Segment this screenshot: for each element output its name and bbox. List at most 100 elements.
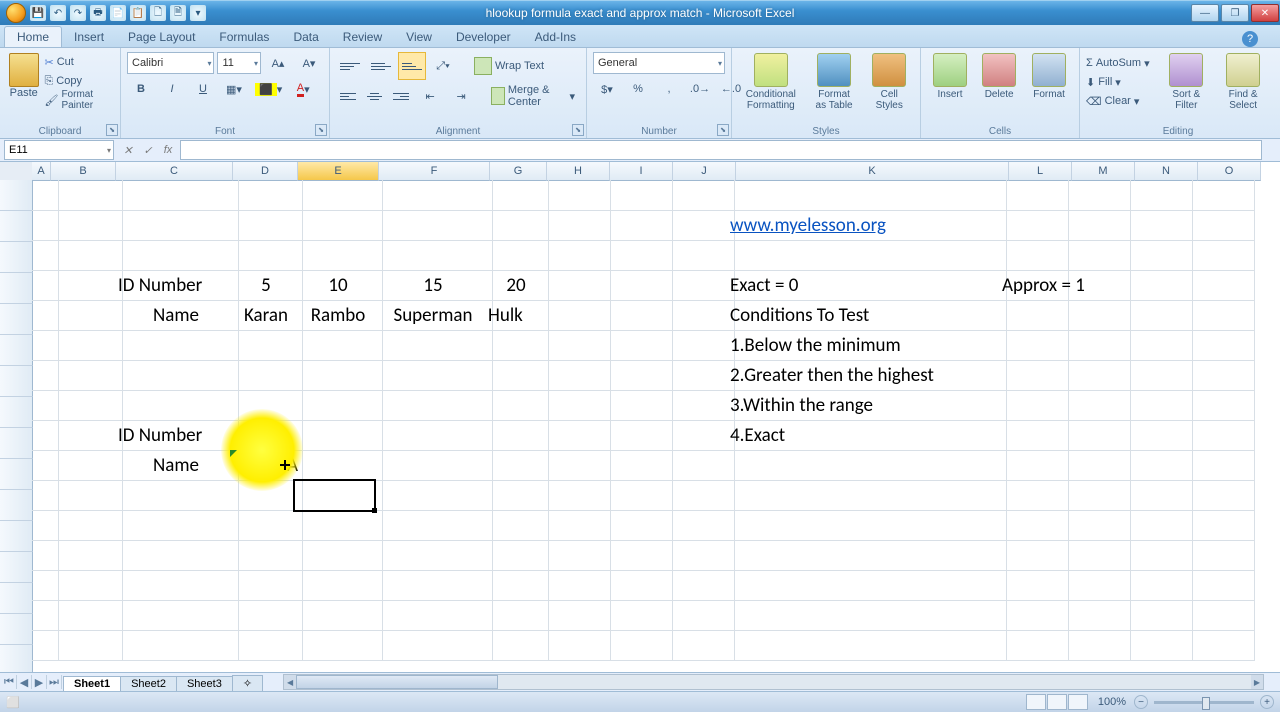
align-center-button[interactable] <box>363 82 387 110</box>
autosum-button[interactable]: ΣAutoSum▾ <box>1086 54 1156 72</box>
qat-btn-4[interactable]: 🖶 <box>90 5 106 21</box>
cell-N5[interactable] <box>1122 300 1193 331</box>
cell-M12[interactable] <box>1060 510 1131 541</box>
col-header-G[interactable]: G <box>490 162 547 181</box>
cell-F9[interactable] <box>374 420 493 451</box>
cell-K15[interactable] <box>726 600 1007 631</box>
zoom-out-button[interactable]: − <box>1134 695 1148 709</box>
col-header-C[interactable]: C <box>116 162 233 181</box>
cell-D10[interactable]: #N/A <box>230 450 303 481</box>
col-header-K[interactable]: K <box>736 162 1009 181</box>
cell-N7[interactable] <box>1122 360 1193 391</box>
cell-K4[interactable]: Exact = 0 <box>726 270 1007 301</box>
cell-E1[interactable] <box>294 180 383 211</box>
cell-D15[interactable] <box>230 600 303 631</box>
col-header-I[interactable]: I <box>610 162 673 181</box>
cell-K9[interactable]: 4.Exact <box>726 420 1007 451</box>
align-bottom-button[interactable] <box>398 52 426 80</box>
row-header-9[interactable] <box>0 428 33 459</box>
number-format-select[interactable]: General <box>593 52 725 74</box>
format-button[interactable]: Format <box>1025 50 1073 103</box>
row-header-8[interactable] <box>0 397 33 428</box>
cell-O5[interactable] <box>1184 300 1255 331</box>
cell-N1[interactable] <box>1122 180 1193 211</box>
cell-J10[interactable] <box>664 450 735 481</box>
spreadsheet-grid[interactable]: ABCDEFGHIJKLMNO www.myelesson.orgID Numb… <box>0 162 1280 672</box>
font-color-button[interactable]: A▾ <box>289 78 317 100</box>
cell-K14[interactable] <box>726 570 1007 601</box>
cell-H2[interactable] <box>540 210 611 241</box>
cell-B15[interactable] <box>50 600 123 631</box>
cell-M7[interactable] <box>1060 360 1131 391</box>
col-header-O[interactable]: O <box>1198 162 1261 181</box>
cell-L11[interactable] <box>998 480 1069 511</box>
page-break-view-button[interactable] <box>1068 694 1088 710</box>
cell-H12[interactable] <box>540 510 611 541</box>
enter-formula-icon[interactable]: ✓ <box>139 141 157 159</box>
cell-I6[interactable] <box>602 330 673 361</box>
cell-N16[interactable] <box>1122 630 1193 661</box>
cell-E14[interactable] <box>294 570 383 601</box>
zoom-level[interactable]: 100% <box>1098 696 1126 708</box>
cell-B4[interactable] <box>50 270 123 301</box>
cell-I14[interactable] <box>602 570 673 601</box>
fx-icon[interactable]: fx <box>159 141 177 159</box>
cell-K1[interactable] <box>726 180 1007 211</box>
cell-L7[interactable] <box>998 360 1069 391</box>
close-button[interactable]: ✕ <box>1251 4 1279 22</box>
cell-C5[interactable]: Name <box>114 300 239 331</box>
row-header-15[interactable] <box>0 614 33 645</box>
row-header-11[interactable] <box>0 490 33 521</box>
cell-G5[interactable]: Hulk <box>484 300 549 331</box>
font-launcher[interactable]: ⬊ <box>315 124 327 136</box>
row-header-2[interactable] <box>0 211 33 242</box>
cell-E3[interactable] <box>294 240 383 271</box>
cell-B8[interactable] <box>50 390 123 421</box>
cell-C6[interactable] <box>114 330 239 361</box>
cell-F15[interactable] <box>374 600 493 631</box>
cell-E10[interactable] <box>294 450 383 481</box>
cell-D4[interactable]: 5 <box>230 270 303 301</box>
merge-center-button[interactable]: Merge & Center▾ <box>486 84 580 108</box>
cell-O2[interactable] <box>1184 210 1255 241</box>
cell-L6[interactable] <box>998 330 1069 361</box>
cell-I12[interactable] <box>602 510 673 541</box>
delete-button[interactable]: Delete <box>976 50 1022 103</box>
increase-decimal-button[interactable]: .0→ <box>686 78 714 100</box>
font-name-select[interactable]: Calibri <box>127 52 214 74</box>
cell-E4[interactable]: 10 <box>294 270 383 301</box>
cell-N8[interactable] <box>1122 390 1193 421</box>
qat-btn-7[interactable]: 🗋 <box>150 5 166 21</box>
cell-M9[interactable] <box>1060 420 1131 451</box>
tab-data[interactable]: Data <box>281 27 330 47</box>
cell-C10[interactable]: Name <box>114 450 239 481</box>
sheet-nav-first[interactable]: ⏮ <box>2 675 17 689</box>
cell-K6[interactable]: 1.Below the minimum <box>726 330 1007 361</box>
shrink-font-button[interactable]: A▾ <box>295 52 323 74</box>
cell-M6[interactable] <box>1060 330 1131 361</box>
align-right-button[interactable] <box>389 82 413 110</box>
sheet-nav-last[interactable]: ⏭ <box>47 675 62 689</box>
cell-L10[interactable] <box>998 450 1069 481</box>
tab-addins[interactable]: Add-Ins <box>523 27 588 47</box>
cell-K7[interactable]: 2.Greater then the highest <box>726 360 1007 391</box>
cell-F4[interactable]: 15 <box>374 270 493 301</box>
cell-I13[interactable] <box>602 540 673 571</box>
cell-J7[interactable] <box>664 360 735 391</box>
cell-L1[interactable] <box>998 180 1069 211</box>
cell-I1[interactable] <box>602 180 673 211</box>
tab-view[interactable]: View <box>394 27 444 47</box>
cell-C14[interactable] <box>114 570 239 601</box>
cell-H4[interactable] <box>540 270 611 301</box>
cell-L3[interactable] <box>998 240 1069 271</box>
cell-J2[interactable] <box>664 210 735 241</box>
row-header-6[interactable] <box>0 335 33 366</box>
cell-L9[interactable] <box>998 420 1069 451</box>
cell-J1[interactable] <box>664 180 735 211</box>
cell-M15[interactable] <box>1060 600 1131 631</box>
cell-C1[interactable] <box>114 180 239 211</box>
cell-M3[interactable] <box>1060 240 1131 271</box>
qat-btn-6[interactable]: 📋 <box>130 5 146 21</box>
cell-M10[interactable] <box>1060 450 1131 481</box>
cell-B16[interactable] <box>50 630 123 661</box>
